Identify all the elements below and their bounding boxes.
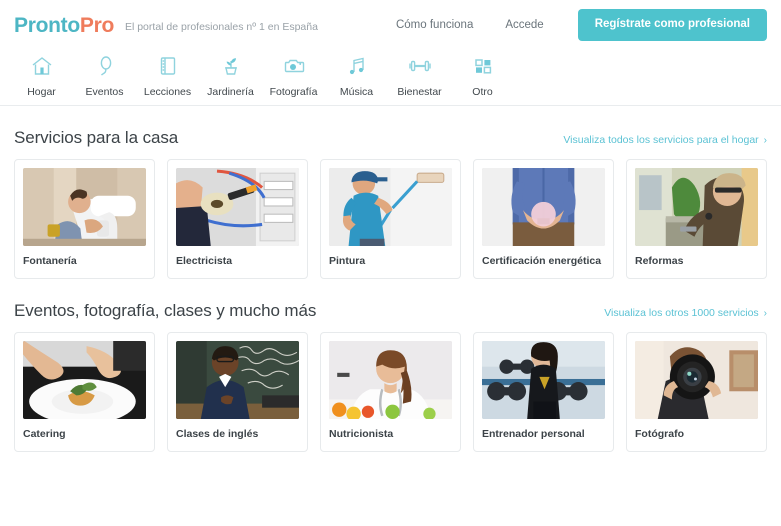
section-link-label: Visualiza los otros 1000 servicios [604,307,759,319]
service-card-label: Entrenador personal [482,428,585,440]
nav-label-bienestar: Bienestar [397,86,442,98]
nav-label-jardineria: Jardinería [207,86,254,98]
service-card-label: Electricista [176,255,233,267]
service-card-label: Catering [23,428,66,440]
plumber-image [23,168,146,246]
logo[interactable]: ProntoPro [14,15,114,36]
card-grid-home: Fontanería Electricista Pintura Certific… [14,159,767,279]
category-nav: Hogar Eventos Lecciones Jardinería Fotog… [0,50,781,106]
nav-item-hogar[interactable]: Hogar [10,50,73,98]
service-card-electricista[interactable]: Electricista [167,159,308,279]
service-card-label: Reformas [635,255,684,267]
service-card-label: Clases de inglés [176,428,259,440]
camera-icon [282,53,306,79]
card-grid-other: Catering Clases de inglés Nutricionista … [14,332,767,452]
site-header: ProntoPro El portal de profesionales nº … [0,0,781,50]
service-card-label: Certificación energética [482,255,602,267]
english-class-image [176,341,299,419]
chevron-right-icon: › [763,134,767,146]
tagline: El portal de profesionales nº 1 en Españ… [124,20,318,33]
nav-label-hogar: Hogar [27,86,56,98]
painter-image [329,168,452,246]
section-home-services: Servicios para la casa Visualiza todos l… [0,128,781,279]
logo-secondary-text: Pro [79,13,114,37]
service-card-clases-ingles[interactable]: Clases de inglés [167,332,308,452]
service-card-label: Fontanería [23,255,77,267]
house-icon [30,53,54,79]
nav-label-eventos: Eventos [85,86,124,98]
nav-item-musica[interactable]: Música [325,50,388,98]
nav-label-musica: Música [339,86,374,98]
nav-label-fotografia: Fotografía [269,86,318,98]
register-professional-button[interactable]: Regístrate como profesional [577,9,767,41]
grid-squares-icon [471,53,495,79]
energy-certification-image [482,168,605,246]
service-card-entrenador[interactable]: Entrenador personal [473,332,614,452]
chevron-right-icon: › [763,307,767,319]
service-card-certificacion[interactable]: Certificación energética [473,159,614,279]
nutritionist-image [329,341,452,419]
view-other-services-link[interactable]: Visualiza los otros 1000 servicios › [604,307,767,319]
how-it-works-link[interactable]: Cómo funciona [380,13,489,37]
service-card-pintura[interactable]: Pintura [320,159,461,279]
section-link-label: Visualiza todos los servicios para el ho… [563,134,759,146]
logo-primary-text: Pronto [14,13,80,37]
section-other-services: Eventos, fotografía, clases y mucho más … [0,301,781,452]
service-card-label: Fotógrafo [635,428,684,440]
nav-label-lecciones: Lecciones [143,86,192,98]
nav-item-lecciones[interactable]: Lecciones [136,50,199,98]
service-card-catering[interactable]: Catering [14,332,155,452]
balloon-icon [93,53,117,79]
service-card-label: Nutricionista [329,428,394,440]
music-note-icon [345,53,369,79]
personal-trainer-image [482,341,605,419]
service-card-fotografo[interactable]: Fotógrafo [626,332,767,452]
section-header: Eventos, fotografía, clases y mucho más … [14,301,767,321]
electrician-image [176,168,299,246]
section-title: Servicios para la casa [14,128,179,147]
nav-item-jardineria[interactable]: Jardinería [199,50,262,98]
section-title: Eventos, fotografía, clases y mucho más [14,301,317,320]
nav-label-otro: Otro [472,86,493,98]
section-header: Servicios para la casa Visualiza todos l… [14,128,767,148]
dumbbell-icon [407,53,433,79]
nav-item-bienestar[interactable]: Bienestar [388,50,451,98]
potted-plant-icon [219,53,243,79]
nav-item-otro[interactable]: Otro [451,50,514,98]
view-all-home-services-link[interactable]: Visualiza todos los servicios para el ho… [563,134,767,146]
login-link[interactable]: Accede [489,13,559,37]
notebook-icon [156,53,180,79]
service-card-nutricionista[interactable]: Nutricionista [320,332,461,452]
photographer-image [635,341,758,419]
nav-item-fotografia[interactable]: Fotografía [262,50,325,98]
nav-item-eventos[interactable]: Eventos [73,50,136,98]
service-card-fontaneria[interactable]: Fontanería [14,159,155,279]
header-actions: Cómo funciona Accede Regístrate como pro… [380,9,767,41]
catering-image [23,341,146,419]
service-card-label: Pintura [329,255,366,267]
renovation-image [635,168,758,246]
service-card-reformas[interactable]: Reformas [626,159,767,279]
